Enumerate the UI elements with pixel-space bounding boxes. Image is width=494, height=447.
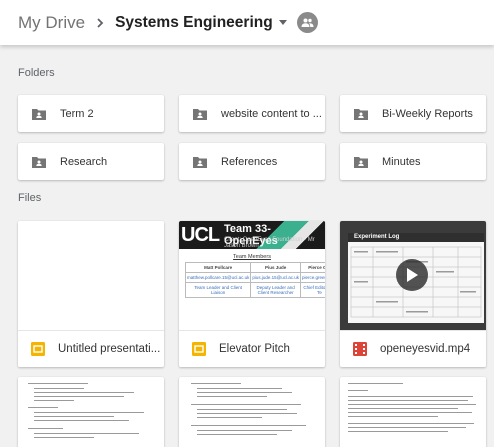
file-name: Untitled presentati... xyxy=(58,343,161,355)
drive-page: My Drive Systems Engineering Folders Ter… xyxy=(0,0,494,447)
folder-bi-weekly-reports[interactable]: Bi-Weekly Reports xyxy=(340,95,486,132)
folder-term-2[interactable]: Term 2 xyxy=(18,95,164,132)
folder-name: References xyxy=(221,155,278,168)
shared-people-icon[interactable] xyxy=(296,12,318,33)
file-thumbnail: UCL Team 33- OpenEyes Client: OpenEyes F… xyxy=(179,221,325,330)
shared-folder-icon xyxy=(354,108,368,120)
shared-folder-icon xyxy=(32,156,46,168)
video-frame-title: Experiment Log xyxy=(354,234,400,240)
shared-folder-icon xyxy=(193,108,207,120)
folder-website-content[interactable]: website content to ... xyxy=(179,95,325,132)
shared-folder-icon xyxy=(32,108,46,120)
file-card-document-1[interactable] xyxy=(18,377,164,447)
video-icon xyxy=(353,342,367,356)
slides-icon xyxy=(31,342,45,356)
folder-name: Research xyxy=(60,155,108,168)
play-icon[interactable] xyxy=(396,259,428,291)
slide-client-text: Client: OpenEyes Foundation - Mr Jason B… xyxy=(224,237,315,249)
folder-references[interactable]: References xyxy=(179,143,325,180)
shared-folder-icon xyxy=(354,156,368,168)
file-name: openeyesvid.mp4 xyxy=(380,343,471,355)
file-card-document-2[interactable] xyxy=(179,377,325,447)
folder-name: Minutes xyxy=(382,155,421,168)
table-header: Matt Pollcare xyxy=(184,262,252,273)
folder-name: Term 2 xyxy=(60,107,94,120)
table-header: Pierce Gre xyxy=(299,262,325,273)
file-title-bar: Untitled presentati... xyxy=(18,330,164,367)
table-cell: matthew.pollcare.15@ucl.ac.uk xyxy=(184,272,252,283)
chevron-down-icon[interactable] xyxy=(278,20,287,25)
file-title-bar: openeyesvid.mp4 xyxy=(340,330,486,367)
table-cell: Deputy Leader and Client Researcher xyxy=(250,282,301,298)
file-thumbnail: Experiment Log xyxy=(340,221,486,330)
shared-folder-icon xyxy=(193,156,207,168)
file-card-openeyesvid[interactable]: Experiment Log openeyesvid.mp4 xyxy=(340,221,486,367)
file-thumbnail xyxy=(18,221,164,330)
breadcrumb-root[interactable]: My Drive xyxy=(18,13,85,33)
slide-table-title: Team Members xyxy=(233,254,271,260)
ucl-logo: UCL xyxy=(181,224,220,246)
table-cell: Team Leader and Client Liaison xyxy=(184,282,252,298)
header-bar: My Drive Systems Engineering xyxy=(0,0,494,45)
table-cell: pierce.greenm.15 xyxy=(299,272,325,283)
folder-research[interactable]: Research xyxy=(18,143,164,180)
file-card-document-3[interactable] xyxy=(340,377,486,447)
chevron-right-icon xyxy=(97,17,104,28)
slide-team-table: Matt Pollcare Pius Jude Pierce Gre matth… xyxy=(184,262,325,298)
breadcrumb-current[interactable]: Systems Engineering xyxy=(115,14,273,32)
table-cell: Chief Editor and Te xyxy=(299,282,325,298)
file-card-elevator-pitch[interactable]: UCL Team 33- OpenEyes Client: OpenEyes F… xyxy=(179,221,325,367)
table-cell: pius.jude.15@ucl.ac.uk xyxy=(250,272,301,283)
folders-section-label: Folders xyxy=(18,67,55,79)
slides-icon xyxy=(192,342,206,356)
files-section-label: Files xyxy=(18,192,42,204)
file-card-untitled-presentation[interactable]: Untitled presentati... xyxy=(18,221,164,367)
folder-name: website content to ... xyxy=(221,107,322,120)
folder-minutes[interactable]: Minutes xyxy=(340,143,486,180)
file-name: Elevator Pitch xyxy=(219,343,290,355)
folder-name: Bi-Weekly Reports xyxy=(382,107,473,120)
table-header: Pius Jude xyxy=(250,262,301,273)
file-title-bar: Elevator Pitch xyxy=(179,330,325,367)
